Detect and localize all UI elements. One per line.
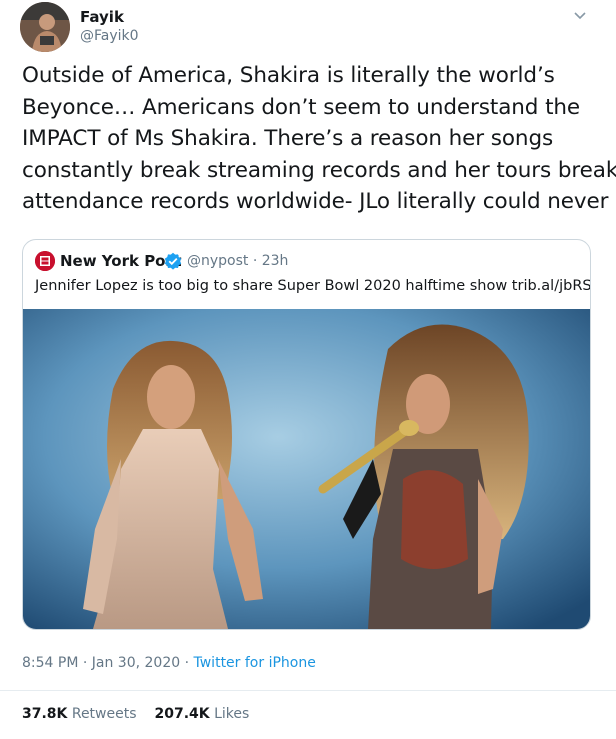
avatar[interactable] [20, 2, 70, 52]
author-handle[interactable]: @Fayik0 [80, 28, 139, 44]
retweets-label: Retweets [71, 706, 137, 722]
quoted-photo[interactable] [23, 309, 590, 629]
quoted-text: Jennifer Lopez is too big to share Super… [35, 278, 591, 294]
likes-stat[interactable]: 207.4K Likes [155, 706, 250, 722]
author-name[interactable]: Fayik [80, 8, 124, 26]
source-link[interactable]: Twitter for iPhone [194, 655, 316, 671]
tweet-text-line: Outside of America, Shakira is literally… [22, 63, 555, 88]
likes-label: Likes [214, 706, 250, 722]
quoted-handle-time[interactable]: @nypost · 23h [187, 253, 288, 269]
avatar-photo [20, 2, 70, 52]
tweet-text-line: constantly break streaming records and h… [22, 157, 616, 183]
concert-photo [23, 309, 590, 629]
quoted-tweet[interactable]: New York Post @nypost · 23h Jennifer Lop… [22, 239, 591, 630]
retweets-count: 37.8K [22, 706, 68, 722]
tweet-text-line: attendance records worldwide- JLo litera… [22, 189, 609, 214]
tweet-card: Fayik @Fayik0 Outside of America, Shakir… [0, 0, 616, 739]
chevron-down-icon[interactable] [570, 6, 590, 26]
tweet-stats: 37.8K Retweets 207.4K Likes [22, 706, 249, 722]
tweet-text: Outside of America, Shakira is literally… [22, 60, 616, 218]
verified-badge-icon [164, 252, 182, 270]
divider [0, 690, 616, 691]
tweet-meta: 8:54 PM · Jan 30, 2020 · Twitter for iPh… [22, 655, 316, 671]
tweet-text-line: IMPACT of Ms Shakira. There’s a reason h… [22, 126, 554, 151]
nypost-logo-icon[interactable] [35, 251, 55, 271]
timestamp[interactable]: 8:54 PM · Jan 30, 2020 · [22, 655, 194, 671]
tweet-text-line: Beyonce… Americans don’t seem to underst… [22, 94, 581, 120]
retweets-stat[interactable]: 37.8K Retweets [22, 706, 137, 722]
likes-count: 207.4K [154, 706, 210, 722]
